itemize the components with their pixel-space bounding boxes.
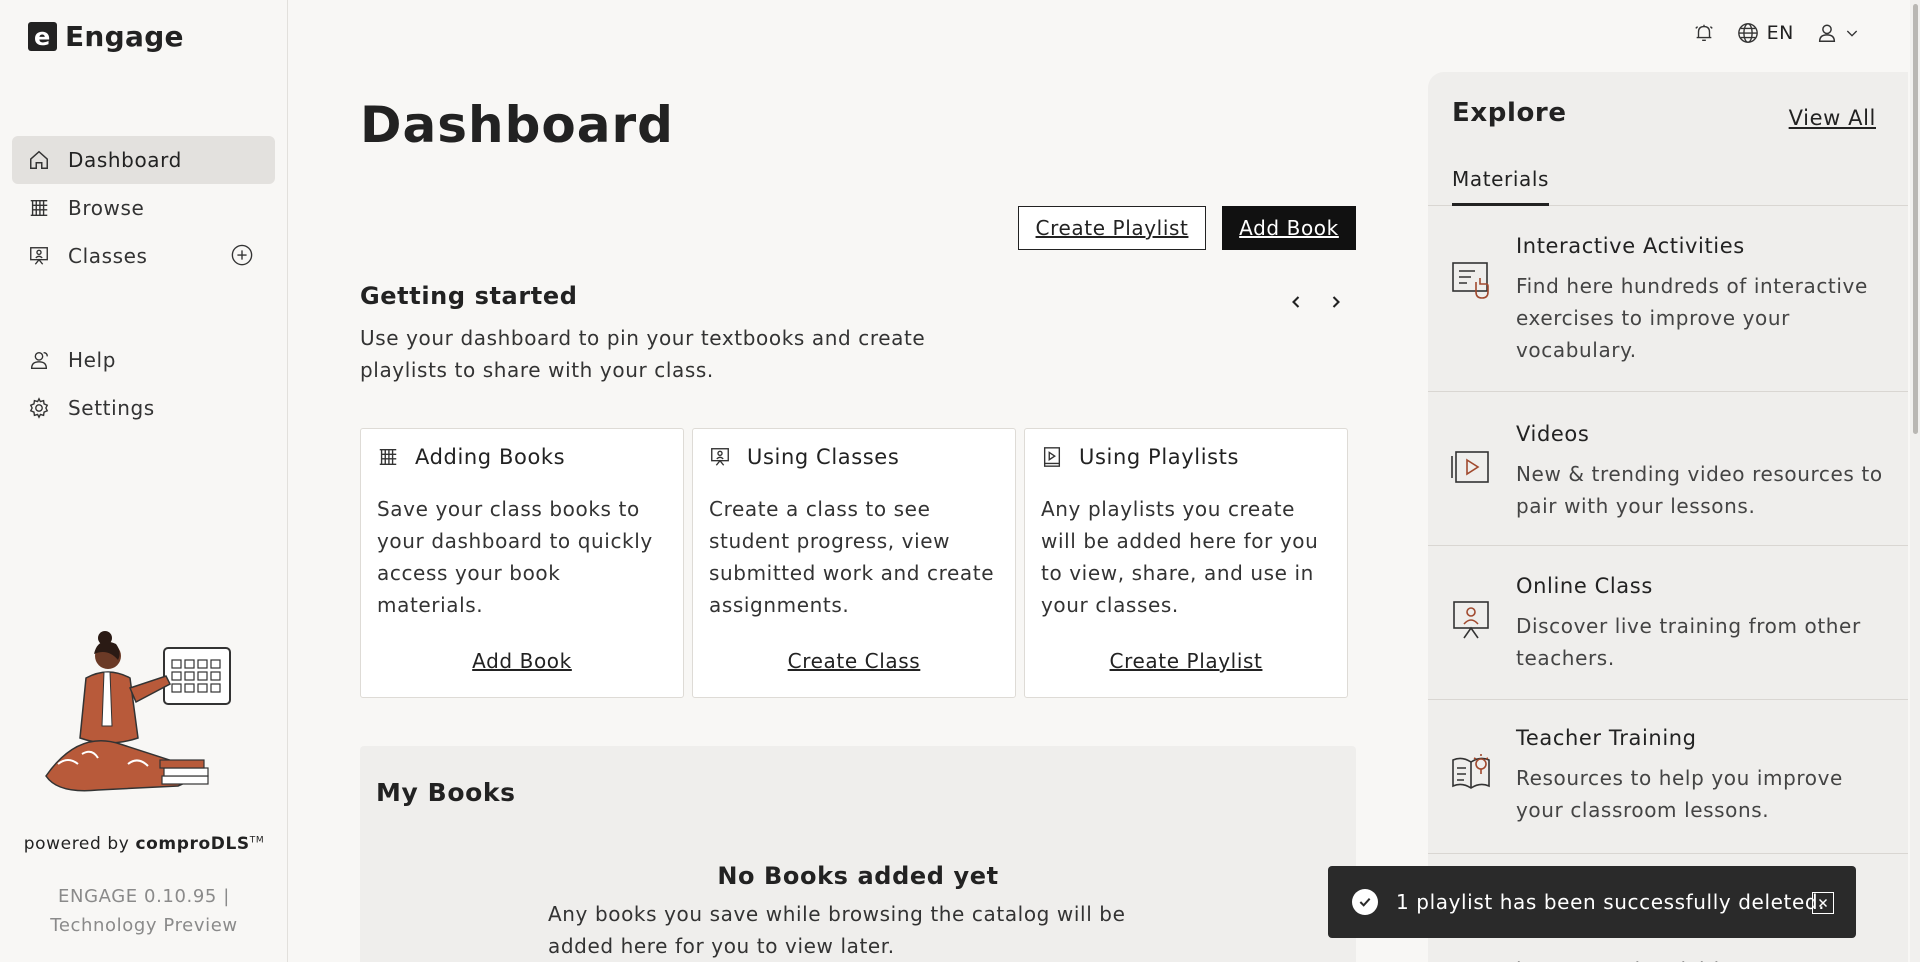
view-all-link[interactable]: View All	[1789, 106, 1876, 130]
home-icon	[30, 150, 48, 169]
my-books-section: My Books No Books added yet Any books yo…	[360, 746, 1356, 962]
check-circle-icon	[1352, 889, 1378, 915]
explore-item-title: Videos	[1516, 422, 1590, 446]
help-icon	[30, 351, 48, 369]
explore-title: Explore	[1452, 98, 1567, 128]
sidebar-item-label: Dashboard	[68, 148, 182, 172]
card-using-classes: Using Classes Create a class to see stud…	[692, 428, 1016, 698]
explore-item-description: Discover live training from other teache…	[1516, 614, 1861, 670]
tab-materials[interactable]: Materials	[1452, 162, 1550, 206]
create-class-link[interactable]: Create Class	[693, 649, 1015, 673]
sidebar-item-browse[interactable]: Browse	[12, 184, 275, 232]
add-class-icon[interactable]	[231, 244, 253, 266]
explore-panel: Explore View All Materials Interactive A…	[1428, 72, 1908, 962]
online-class-icon	[1453, 601, 1489, 639]
page-scrollbar[interactable]	[1910, 0, 1920, 962]
my-books-title: My Books	[376, 778, 516, 807]
explore-tabs: Materials	[1428, 162, 1908, 206]
card-header: Adding Books	[377, 445, 565, 469]
card-title: Using Classes	[747, 445, 900, 469]
explore-item-title: Interactive Activities	[1516, 234, 1745, 258]
close-icon[interactable]	[1812, 892, 1834, 914]
user-icon	[1818, 24, 1836, 42]
explore-item-interactive-activities[interactable]: Interactive Activities Find here hundred…	[1428, 206, 1908, 392]
page-title: Dashboard	[360, 96, 674, 154]
explore-item-description: Resources to help you improve your class…	[1516, 766, 1843, 822]
version-line: Technology Preview	[50, 915, 238, 936]
card-using-playlists: Using Playlists Any playlists you create…	[1024, 428, 1348, 698]
explore-item-title: Online Class	[1516, 574, 1653, 598]
sidebar: e Engage Dashboard Browse Classes Help S…	[0, 0, 288, 962]
sidebar-item-dashboard[interactable]: Dashboard	[12, 136, 275, 184]
sidebar-item-settings[interactable]: Settings	[12, 384, 275, 432]
classroom-icon	[711, 448, 729, 466]
card-title: Using Playlists	[1079, 445, 1240, 469]
card-body: Create a class to see student progress, …	[709, 497, 995, 617]
teacher-illustration	[45, 631, 231, 792]
classroom-icon	[30, 247, 48, 265]
card-body: Any playlists you create will be added h…	[1041, 497, 1319, 617]
success-toast: 1 playlist has been successfully deleted…	[1328, 866, 1856, 938]
chevron-down-icon	[1846, 30, 1858, 37]
add-book-button[interactable]: Add Book	[1222, 206, 1356, 250]
sidebar-item-label: Browse	[68, 196, 145, 220]
toast-message: 1 playlist has been successfully deleted…	[1396, 890, 1826, 914]
header-actions: EN	[1693, 22, 1860, 44]
sidebar-item-help[interactable]: Help	[12, 336, 275, 384]
explore-item-title: Teacher Training	[1516, 726, 1697, 750]
create-playlist-link[interactable]: Create Playlist	[1025, 649, 1347, 673]
teacher-training-icon	[1452, 754, 1490, 789]
card-header: Using Playlists	[1041, 445, 1239, 469]
powered-brand: comproDLS	[135, 834, 250, 854]
trademark: TM	[249, 835, 265, 846]
explore-item-description: lessons and activities.	[1516, 954, 1896, 962]
getting-started-title: Getting started	[360, 282, 578, 310]
version-info: ENGAGE 0.10.95 | Technology Preview	[0, 882, 288, 940]
explore-item-description: New & trending video resources to pair w…	[1516, 462, 1883, 518]
sidebar-item-label: Classes	[68, 244, 148, 268]
explore-item-description: Find here hundreds of interactive exerci…	[1516, 274, 1868, 362]
chevron-right-icon[interactable]	[1326, 292, 1346, 312]
language-selector[interactable]: EN	[1737, 22, 1794, 44]
logo-mark: e	[28, 22, 57, 51]
card-header: Using Classes	[709, 445, 899, 469]
scrollbar-thumb[interactable]	[1913, 4, 1918, 434]
sidebar-item-classes[interactable]: Classes	[12, 232, 275, 280]
video-icon	[1451, 451, 1489, 483]
app-logo[interactable]: e Engage	[28, 20, 184, 53]
user-menu[interactable]	[1816, 22, 1860, 44]
powered-prefix: powered by	[23, 834, 136, 854]
app-name: Engage	[65, 20, 184, 53]
getting-started-description: Use your dashboard to pin your textbooks…	[360, 326, 926, 382]
explore-item-online-class[interactable]: Online Class Discover live training from…	[1428, 546, 1908, 700]
card-title: Adding Books	[415, 445, 566, 469]
sidebar-item-label: Help	[68, 348, 116, 372]
chevron-left-icon[interactable]	[1286, 292, 1306, 312]
card-body: Save your class books to your dashboard …	[377, 497, 653, 617]
books-icon	[379, 448, 397, 466]
books-icon	[30, 199, 48, 217]
bell-icon[interactable]	[1693, 22, 1715, 44]
explore-item-videos[interactable]: Videos New & trending video resources to…	[1428, 392, 1908, 546]
globe-icon	[1737, 23, 1758, 43]
empty-books-description: Any books you save while browsing the ca…	[548, 902, 1126, 958]
gear-icon	[29, 397, 49, 419]
language-code: EN	[1766, 22, 1794, 44]
playlist-icon	[1043, 447, 1061, 467]
empty-books-title: No Books added yet	[717, 862, 999, 890]
create-playlist-button[interactable]: Create Playlist	[1018, 206, 1206, 250]
interactive-icon	[1452, 262, 1489, 299]
explore-item-teacher-training[interactable]: Teacher Training Resources to help you i…	[1428, 700, 1908, 854]
card-adding-books: Adding Books Save your class books to yo…	[360, 428, 684, 698]
add-book-link[interactable]: Add Book	[361, 649, 683, 673]
powered-by: powered by comproDLSTM	[0, 834, 288, 854]
sidebar-item-label: Settings	[68, 396, 155, 420]
version-line: ENGAGE 0.10.95 |	[58, 886, 230, 907]
